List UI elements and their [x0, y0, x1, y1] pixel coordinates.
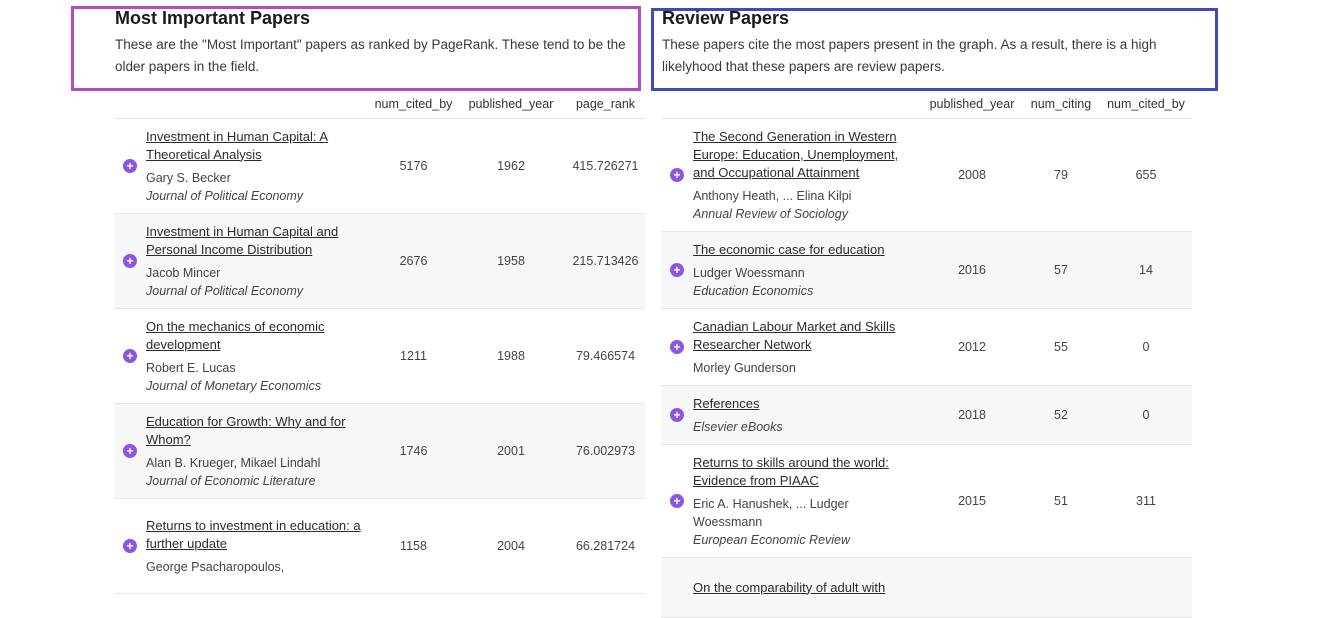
- num-cited-by-cell: 655: [1100, 118, 1192, 232]
- paper-journal: Journal of Political Economy: [146, 188, 304, 203]
- expand-row-icon[interactable]: +: [670, 494, 684, 508]
- num-cited-by-cell: 5176: [371, 118, 456, 214]
- expand-row-icon[interactable]: +: [123, 444, 137, 458]
- review-papers-description: These papers cite the most papers presen…: [662, 37, 1157, 74]
- paper-journal: Journal of Monetary Economics: [146, 378, 322, 393]
- expand-row-icon[interactable]: +: [670, 263, 684, 277]
- expand-row-icon[interactable]: +: [123, 254, 137, 268]
- expand-row-icon[interactable]: +: [670, 168, 684, 182]
- column-header[interactable]: num_cited_by: [371, 90, 456, 119]
- page-rank-cell: 66.281724: [566, 498, 645, 594]
- paper-title-link[interactable]: Investment in Human Capital and Personal…: [146, 223, 365, 259]
- paper-title-link[interactable]: References: [693, 395, 916, 413]
- table-row: + Investment in Human Capital and Person…: [114, 213, 645, 309]
- most-important-papers-title: Most Important Papers: [115, 8, 311, 28]
- published-year-cell: 2012: [922, 308, 1022, 386]
- paper-title-link[interactable]: Returns to skills around the world: Evid…: [693, 454, 916, 490]
- table-row: + Education for Growth: Why and for Whom…: [114, 403, 645, 499]
- published-year-cell: 2015: [922, 444, 1022, 558]
- paper-journal: Journal of Economic Literature: [146, 473, 316, 488]
- num-cited-by-cell: 0: [1100, 385, 1192, 445]
- num-cited-by-cell: 1746: [371, 403, 456, 499]
- num-citing-cell: 51: [1022, 444, 1100, 558]
- paper-authors: Robert E. Lucas: [146, 360, 236, 375]
- column-header[interactable]: page_rank: [566, 90, 645, 119]
- review-papers-table: published_year num_citing num_cited_by +…: [661, 90, 1192, 618]
- paper-authors: George Psacharopoulos,: [146, 559, 285, 574]
- published-year-cell: 1962: [456, 118, 566, 214]
- paper-authors: Ludger Woessmann: [693, 265, 805, 280]
- num-cited-by-cell: 2676: [371, 213, 456, 309]
- table-row: + Returns to investment in education: a …: [114, 498, 645, 594]
- table-row: + The Second Generation in Western Europ…: [661, 118, 1192, 232]
- paper-authors: Morley Gunderson: [693, 360, 796, 375]
- page-rank-cell: 215.713426: [566, 213, 645, 309]
- table-row: + Canadian Labour Market and Skills Rese…: [661, 308, 1192, 386]
- paper-title-link[interactable]: Canadian Labour Market and Skills Resear…: [693, 318, 916, 354]
- expand-row-icon[interactable]: +: [670, 408, 684, 422]
- num-cited-by-cell: 14: [1100, 231, 1192, 309]
- published-year-cell: 2016: [922, 231, 1022, 309]
- table-header-row: num_cited_by published_year page_rank: [114, 90, 645, 119]
- page-rank-cell: 415.726271: [566, 118, 645, 214]
- num-cited-by-cell: 1211: [371, 308, 456, 404]
- column-header-expand: [114, 90, 146, 119]
- paper-authors: Alan B. Krueger, Mikael Lindahl: [146, 455, 321, 470]
- published-year-cell: 1958: [456, 213, 566, 309]
- num-cited-by-cell: 1158: [371, 498, 456, 594]
- column-header[interactable]: published_year: [922, 90, 1022, 119]
- expand-row-icon[interactable]: +: [123, 539, 137, 553]
- table-header-row: published_year num_citing num_cited_by: [661, 90, 1192, 119]
- num-citing-cell: 79: [1022, 118, 1100, 232]
- num-cited-by-cell: 0: [1100, 308, 1192, 386]
- paper-authors: Jacob Mincer: [146, 265, 221, 280]
- paper-journal: Elsevier eBooks: [693, 419, 783, 434]
- published-year-cell: 2008: [922, 118, 1022, 232]
- column-header[interactable]: num_citing: [1022, 90, 1100, 119]
- column-header-paper: [146, 90, 371, 119]
- num-cited-by-cell: 311: [1100, 444, 1192, 558]
- column-header[interactable]: published_year: [456, 90, 566, 119]
- paper-title-link[interactable]: Education for Growth: Why and for Whom?: [146, 413, 365, 449]
- expand-row-icon[interactable]: +: [670, 340, 684, 354]
- num-citing-cell: 55: [1022, 308, 1100, 386]
- paper-authors: Gary S. Becker: [146, 170, 231, 185]
- paper-authors: Eric A. Hanushek, ... Ludger Woessmann: [693, 496, 849, 529]
- table-row: On the comparability of adult with: [661, 557, 1192, 618]
- paper-title-link[interactable]: The Second Generation in Western Europe:…: [693, 128, 916, 182]
- paper-title-link[interactable]: Returns to investment in education: a fu…: [146, 517, 365, 553]
- paper-title-link[interactable]: The economic case for education: [693, 241, 916, 259]
- published-year-cell: 2004: [456, 498, 566, 594]
- table-row: + The economic case for education Ludger…: [661, 231, 1192, 309]
- paper-authors: Anthony Heath, ... Elina Kilpi: [693, 188, 852, 203]
- column-header-paper: [693, 90, 922, 119]
- published-year-cell: 1988: [456, 308, 566, 404]
- paper-journal: Annual Review of Sociology: [693, 206, 848, 221]
- paper-journal: Journal of Political Economy: [146, 283, 304, 298]
- expand-row-icon[interactable]: +: [123, 349, 137, 363]
- paper-journal: European Economic Review: [693, 532, 851, 547]
- most-important-papers-description: These are the "Most Important" papers as…: [115, 37, 626, 74]
- table-row: + On the mechanics of economic developme…: [114, 308, 645, 404]
- paper-journal: Education Economics: [693, 283, 814, 298]
- page-rank-cell: 76.002973: [566, 403, 645, 499]
- paper-title-link[interactable]: On the comparability of adult with: [693, 579, 916, 597]
- column-header-expand: [661, 90, 693, 119]
- num-citing-cell: 57: [1022, 231, 1100, 309]
- table-row: + Investment in Human Capital: A Theoret…: [114, 118, 645, 214]
- page-rank-cell: 79.466574: [566, 308, 645, 404]
- table-row: + References Elsevier eBooks 2018 52 0: [661, 385, 1192, 445]
- published-year-cell: 2018: [922, 385, 1022, 445]
- published-year-cell: 2001: [456, 403, 566, 499]
- expand-row-icon[interactable]: +: [123, 159, 137, 173]
- table-row: + Returns to skills around the world: Ev…: [661, 444, 1192, 558]
- paper-title-link[interactable]: On the mechanics of economic development: [146, 318, 365, 354]
- num-citing-cell: 52: [1022, 385, 1100, 445]
- column-header[interactable]: num_cited_by: [1100, 90, 1192, 119]
- most-important-papers-table: num_cited_by published_year page_rank + …: [114, 90, 645, 594]
- paper-title-link[interactable]: Investment in Human Capital: A Theoretic…: [146, 128, 365, 164]
- review-papers-title: Review Papers: [662, 8, 790, 28]
